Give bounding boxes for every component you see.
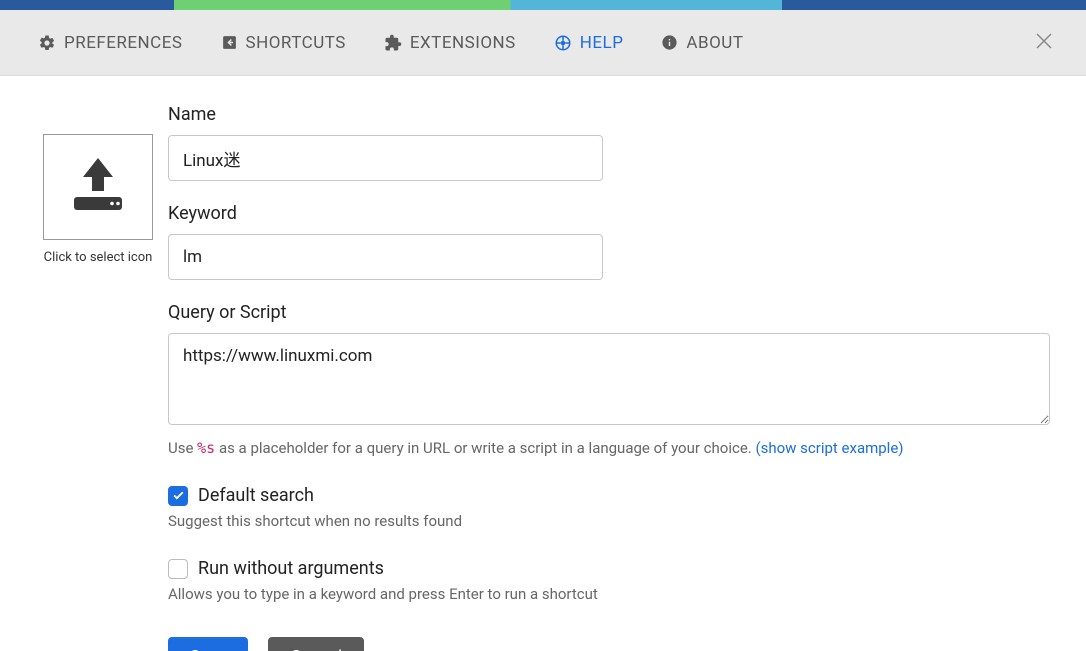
shortcut-icon xyxy=(221,34,238,51)
tab-shortcuts[interactable]: SHORTCUTS xyxy=(221,33,346,53)
upload-icon xyxy=(63,155,133,219)
name-input[interactable] xyxy=(168,135,603,181)
default-search-helper: Suggest this shortcut when no results fo… xyxy=(168,512,1050,530)
run-without-args-checkbox[interactable] xyxy=(168,559,188,579)
puzzle-icon xyxy=(384,34,402,52)
tab-help[interactable]: HELP xyxy=(554,33,624,53)
button-row: Save Cancel xyxy=(168,637,1050,651)
query-label: Query or Script xyxy=(168,302,1050,323)
tab-label: ABOUT xyxy=(686,33,743,53)
tab-label: EXTENSIONS xyxy=(410,33,516,53)
save-button[interactable]: Save xyxy=(168,637,248,651)
name-label: Name xyxy=(168,104,1050,125)
gear-icon xyxy=(38,34,56,52)
tab-preferences[interactable]: PREFERENCES xyxy=(38,33,183,53)
window-top-stripe xyxy=(0,0,1086,10)
name-field-group: Name xyxy=(168,104,1050,181)
tab-about[interactable]: ABOUT xyxy=(661,33,743,53)
icon-picker[interactable] xyxy=(43,134,153,240)
keyword-field-group: Keyword xyxy=(168,203,1050,280)
query-helper-code: %s xyxy=(197,439,215,457)
query-helper: Use %s as a placeholder for a query in U… xyxy=(168,439,1050,457)
info-icon xyxy=(661,34,678,51)
query-textarea[interactable] xyxy=(168,333,1050,425)
run-without-args-label: Run without arguments xyxy=(198,558,384,579)
script-example-link[interactable]: (show script example) xyxy=(755,439,903,457)
default-search-row: Default search xyxy=(168,485,1050,506)
query-helper-pre: Use xyxy=(168,439,197,457)
form-column: Name Keyword Query or Script Use %s as a… xyxy=(168,104,1058,651)
default-search-group: Default search Suggest this shortcut whe… xyxy=(168,485,1050,530)
close-button[interactable] xyxy=(1032,29,1056,57)
keyword-label: Keyword xyxy=(168,203,1050,224)
tab-label: PREFERENCES xyxy=(64,33,183,53)
keyword-input[interactable] xyxy=(168,234,603,280)
tab-label: HELP xyxy=(580,33,624,53)
icon-picker-label: Click to select icon xyxy=(44,250,153,265)
content-area: Click to select icon Name Keyword Query … xyxy=(0,76,1086,651)
icon-column: Click to select icon xyxy=(28,104,168,651)
default-search-label: Default search xyxy=(198,485,314,506)
default-search-checkbox[interactable] xyxy=(168,486,188,506)
query-field-group: Query or Script Use %s as a placeholder … xyxy=(168,302,1050,457)
run-without-args-row: Run without arguments xyxy=(168,558,1050,579)
tab-bar: PREFERENCES SHORTCUTS EXTENSIONS HELP AB… xyxy=(0,10,1086,76)
run-without-args-group: Run without arguments Allows you to type… xyxy=(168,558,1050,603)
help-icon xyxy=(554,34,572,52)
tab-extensions[interactable]: EXTENSIONS xyxy=(384,33,516,53)
query-helper-post: as a placeholder for a query in URL or w… xyxy=(215,439,755,457)
tab-label: SHORTCUTS xyxy=(246,33,346,53)
cancel-button[interactable]: Cancel xyxy=(268,637,364,651)
run-without-args-helper: Allows you to type in a keyword and pres… xyxy=(168,585,1050,603)
